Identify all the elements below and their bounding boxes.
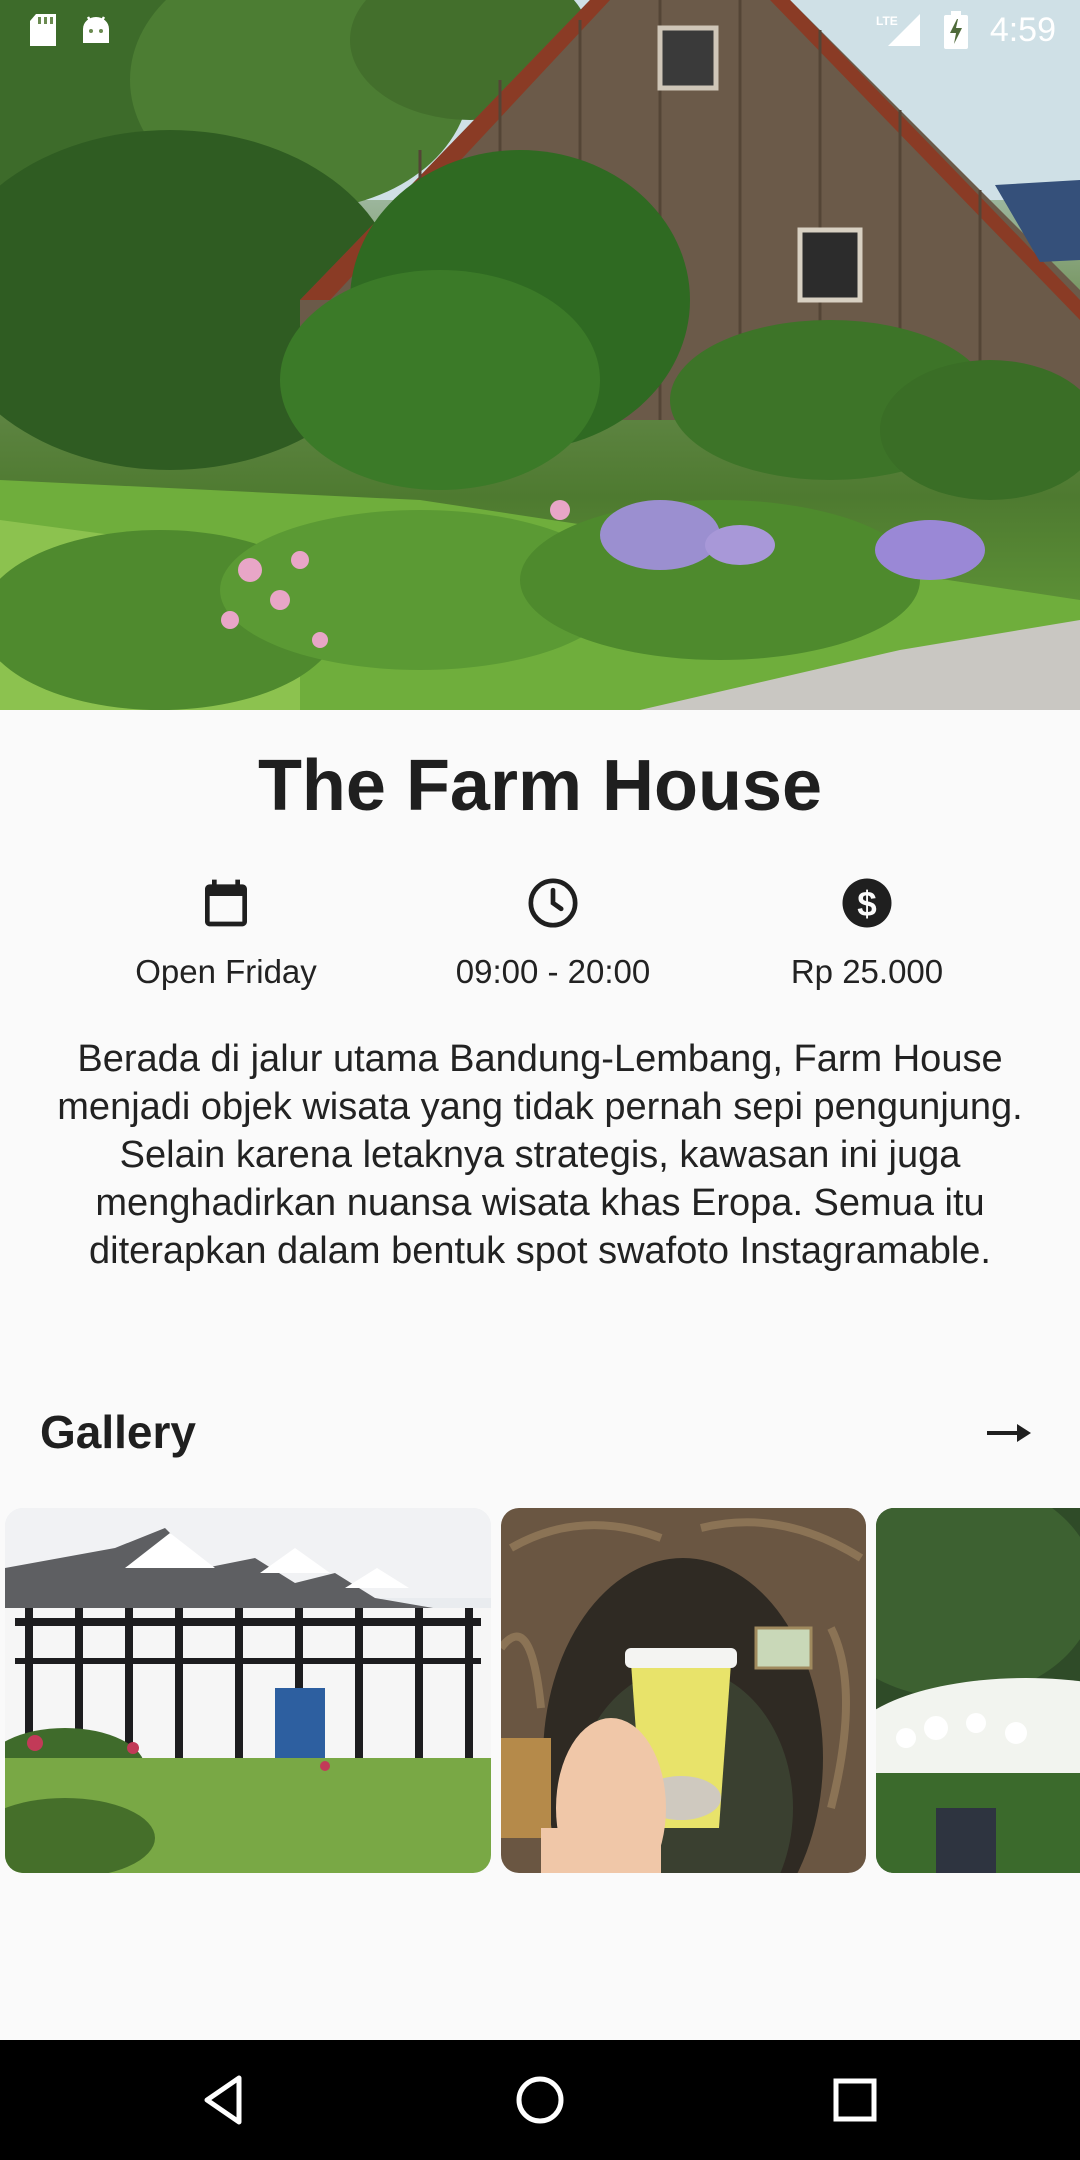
price-label: Rp 25.000 [790,953,944,990]
svg-text:LTE: LTE [876,14,898,28]
navigation-bar [0,2040,1080,2160]
price-info: $ Rp 25.000 [727,875,1007,991]
dollar-icon: $ [842,878,892,928]
tudor-house-photo [5,1508,491,1873]
sd-card-icon [30,14,56,46]
home-icon[interactable] [508,2068,572,2132]
back-icon[interactable] [193,2068,257,2132]
farm-house-illustration [0,0,1080,710]
arrow-right-icon[interactable] [985,1413,1033,1453]
battery-charging-icon [943,11,968,49]
lte-signal-icon: LTE [876,14,920,46]
status-time: 4:59 [989,10,1056,49]
open-day-info: Open Friday [86,875,366,991]
place-description: Berada di jalur utama Bandung-Lembang, F… [57,1038,1023,1272]
gallery-photo[interactable] [501,1508,866,1873]
calendar-icon [205,879,247,927]
hero-image [0,0,1080,710]
gallery-title: Gallery [40,1406,196,1458]
gallery-photo[interactable] [5,1508,491,1873]
android-icon [83,16,109,43]
hours-label: 09:00 - 20:00 [455,953,651,990]
recents-icon[interactable] [823,2068,887,2132]
place-title: The Farm House [257,746,823,826]
garden-flowers-photo [876,1508,1080,1873]
info-row: Open Friday 09:00 - 20:00 $ Rp 25.000 [0,875,1080,1005]
clock-icon [528,878,578,928]
gallery-strip[interactable] [0,1508,1080,1873]
status-bar: LTE 4:59 [0,0,1080,60]
open-day-label: Open Friday [135,953,317,990]
farmhouse-coffee-cup-photo [501,1508,866,1873]
svg-text:$: $ [857,885,876,924]
gallery-photo[interactable] [876,1508,1080,1873]
hours-info: 09:00 - 20:00 [413,875,693,991]
